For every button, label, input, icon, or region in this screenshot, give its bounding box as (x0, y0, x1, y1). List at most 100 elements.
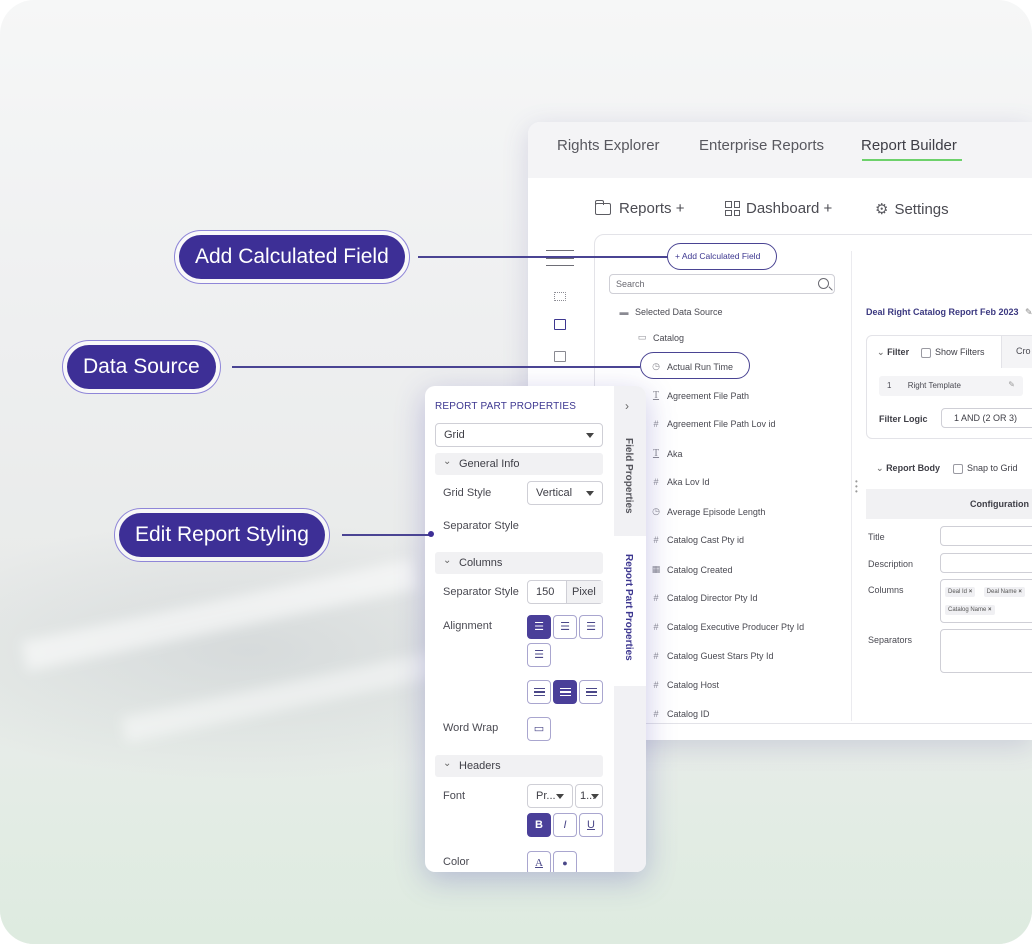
font-family-select[interactable]: Pr... (527, 784, 573, 808)
selected-data-source-label: Selected Data Source (635, 307, 723, 317)
search-icon[interactable] (818, 278, 829, 289)
reports-menu[interactable]: Reports + (595, 199, 684, 217)
column-separator-input[interactable]: 150 Pixel (527, 580, 603, 604)
text-color-icon: A (535, 857, 543, 869)
configuration-label: Configuration (970, 499, 1029, 509)
tab-report-part-properties[interactable]: Report Part Properties (623, 554, 634, 661)
field-item[interactable]: # Catalog Guest Stars Pty Id (651, 651, 773, 661)
calendar-icon: ▦ (651, 564, 661, 574)
field-item[interactable]: ▦ Catalog Created (651, 564, 733, 575)
search-input[interactable]: Search (609, 274, 835, 294)
align-right-button[interactable]: ☰ (579, 615, 603, 639)
chevron-right-icon[interactable]: › (625, 399, 629, 413)
field-item[interactable]: ◷ Actual Run Time (651, 361, 733, 372)
field-item[interactable]: # Agreement File Path Lov id (651, 419, 775, 429)
selected-data-source-node[interactable]: ▬ Selected Data Source (619, 307, 723, 317)
pencil-icon[interactable]: ✎ (1008, 380, 1015, 389)
field-item-label: Aka (667, 448, 683, 459)
close-icon[interactable]: × (969, 589, 973, 595)
field-item-label: Catalog Director Pty Id (667, 593, 758, 603)
catalog-node[interactable]: ▭ Catalog (637, 332, 684, 343)
snap-to-grid-checkbox[interactable]: Snap to Grid (953, 463, 1018, 474)
top-tab-bar: Rights Explorer Enterprise Reports Repor… (528, 122, 1032, 178)
document-icon[interactable] (554, 351, 566, 362)
grid-icon[interactable] (554, 292, 566, 301)
settings-menu[interactable]: ⚙ Settings (875, 200, 949, 219)
drag-handle-icon[interactable]: • • • (855, 478, 859, 496)
font-size-select[interactable]: 1... (575, 784, 603, 808)
word-wrap-label: Word Wrap (443, 722, 499, 734)
underline-label: U (587, 819, 595, 831)
tab-rights-explorer[interactable]: Rights Explorer (557, 137, 660, 154)
field-item[interactable]: ◷ Average Episode Length (651, 506, 765, 517)
report-title[interactable]: Deal Right Catalog Report Feb 2023 ✎ (866, 307, 1032, 318)
valign-top-button[interactable] (527, 680, 551, 704)
column-chip[interactable]: Catalog Name × (945, 605, 995, 615)
column-chip[interactable]: Deal Name × (983, 587, 1025, 597)
report-body-toggle[interactable]: ⌄ Report Body (876, 463, 940, 474)
headers-section[interactable]: ⌄ Headers (435, 755, 603, 777)
filter-row-number: 1 (887, 381, 892, 390)
field-item-label: Catalog Host (667, 680, 720, 690)
part-type-select[interactable]: Grid (435, 423, 603, 447)
caret-down-icon (586, 433, 594, 438)
show-filters-checkbox[interactable]: Show Filters (921, 347, 985, 358)
description-input[interactable] (940, 553, 1032, 573)
text-color-button[interactable]: A (527, 851, 551, 872)
separators-field-label: Separators (868, 635, 913, 645)
align-center-button[interactable]: ☰ (553, 615, 577, 639)
grid-style-select[interactable]: Vertical (527, 481, 603, 505)
filter-row-label: Right Template (907, 381, 961, 390)
field-item[interactable]: T Agreement File Path (651, 390, 749, 401)
hamburger-menu-icon[interactable] (546, 250, 574, 266)
italic-label: I (563, 819, 567, 831)
field-item[interactable]: # Catalog Director Pty Id (651, 593, 758, 603)
italic-button[interactable]: I (553, 813, 577, 837)
field-item[interactable]: # Catalog Cast Pty id (651, 535, 744, 545)
pencil-icon[interactable]: ✎ (1025, 307, 1032, 317)
column-chip[interactable]: Deal Id × (945, 587, 976, 597)
field-item[interactable]: # Catalog ID (651, 709, 709, 719)
field-item[interactable]: # Aka Lov Id (651, 477, 709, 487)
builder-panel: + Add Calculated Field Search ▬ Selected… (594, 234, 1032, 724)
report-title-text: Deal Right Catalog Report Feb 2023 (866, 307, 1019, 317)
general-info-label: General Info (459, 458, 520, 470)
field-item[interactable]: # Catalog Executive Producer Pty Id (651, 622, 804, 632)
close-icon[interactable]: × (1018, 589, 1022, 595)
edit-icon[interactable] (554, 319, 566, 330)
columns-section[interactable]: ⌄ Columns (435, 552, 603, 574)
chevron-down-icon: ⌄ (876, 463, 884, 473)
filter-logic-input[interactable]: 1 AND (2 OR 3) (941, 408, 1032, 428)
dashboard-menu[interactable]: Dashboard + (725, 200, 832, 217)
filter-toggle[interactable]: ⌄ Filter (877, 347, 909, 358)
field-item[interactable]: # Catalog Host (651, 680, 719, 690)
columns-input[interactable]: Deal Id × Deal Name × Catalog Name × (940, 579, 1032, 623)
tab-enterprise-reports[interactable]: Enterprise Reports (699, 137, 824, 154)
bold-button[interactable]: B (527, 813, 551, 837)
title-input[interactable] (940, 526, 1032, 546)
hash-icon: # (653, 535, 659, 545)
fill-color-button[interactable]: ● (553, 851, 577, 872)
tab-field-properties[interactable]: Field Properties (623, 438, 634, 514)
word-wrap-button[interactable]: ▭ (527, 717, 551, 741)
align-left-button[interactable]: ☰ (527, 615, 551, 639)
callout-anchor-dot (428, 531, 434, 537)
tab-report-builder[interactable]: Report Builder (861, 137, 957, 154)
field-item[interactable]: T Aka (651, 448, 683, 459)
filter-row[interactable]: 1 Right Template ✎ (879, 376, 1023, 396)
add-calculated-field-button[interactable]: + Add Calculated Field (667, 243, 777, 270)
caret-down-icon (591, 794, 599, 799)
general-info-section[interactable]: ⌄ General Info (435, 453, 603, 475)
separators-input[interactable] (940, 629, 1032, 673)
valign-bottom-button[interactable] (579, 680, 603, 704)
valign-middle-button[interactable] (553, 680, 577, 704)
callout-data-source: Data Source (62, 340, 221, 394)
close-icon[interactable]: × (988, 607, 992, 613)
headers-section-label: Headers (459, 760, 501, 772)
underline-button[interactable]: U (579, 813, 603, 837)
hash-icon: # (653, 593, 659, 603)
align-justify-button[interactable]: ☰ (527, 643, 551, 667)
tab-cro[interactable]: Cro (1001, 336, 1032, 368)
bold-label: B (535, 819, 543, 831)
hash-icon: # (653, 651, 659, 661)
